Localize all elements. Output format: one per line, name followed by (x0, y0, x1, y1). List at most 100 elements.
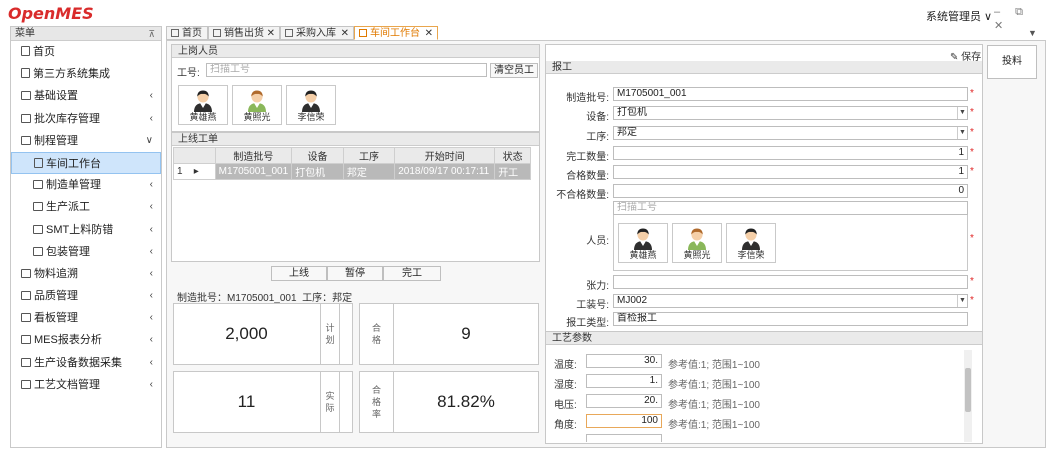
column-header[interactable]: 制造批号 (214, 147, 293, 164)
app-logo: OpenMES (8, 4, 94, 23)
pin-icon[interactable]: ⊼ (148, 27, 155, 41)
sidebar-item[interactable]: 基础设置 ‹ (11, 85, 161, 107)
close-icon[interactable]: ✕ (425, 27, 433, 40)
people-scan-input[interactable]: 扫描工号 (613, 201, 968, 215)
device-select[interactable]: 打包机 ▼ (613, 106, 968, 120)
sidebar-item-label: MES报表分析 (34, 334, 102, 347)
sidebar-item-label: 物料追溯 (34, 267, 78, 280)
chevron-icon[interactable]: ‹ (150, 241, 153, 263)
sidebar: 菜单 ⊼ 首页 第三方系统集成 基础设置 ‹ 批次库存管理 ‹ 制程管理 ∨ 车间工作台制造单管… (10, 26, 162, 448)
chevron-icon[interactable]: ‹ (150, 329, 153, 351)
chevron-icon[interactable]: ‹ (150, 352, 153, 374)
sidebar-item-label: 看板管理 (34, 312, 78, 325)
column-header[interactable]: 工序 (342, 147, 396, 164)
tab-list-dropdown-icon[interactable]: ▼ (1028, 28, 1037, 38)
report-type-field[interactable]: 首检报工 (613, 312, 968, 326)
sidebar-item[interactable]: 工艺文档管理 ‹ (11, 374, 161, 396)
chevron-icon[interactable]: ‹ (150, 196, 153, 218)
chevron-down-icon[interactable]: ▼ (957, 295, 967, 307)
sidebar-item[interactable]: 首页 (11, 41, 161, 63)
sidebar-item[interactable]: 车间工作台 (11, 151, 161, 175)
tab-sales-shipment[interactable]: 销售出货 ✕ (208, 26, 280, 40)
mold-select[interactable]: MJ002 ▼ (613, 294, 968, 308)
sidebar-item[interactable]: 制造单管理 ‹ (11, 174, 161, 196)
person-card[interactable]: 黄雄燕 (178, 85, 228, 125)
tab-workshop-workbench[interactable]: 车间工作台 ✕ (354, 26, 438, 40)
sidebar-item[interactable]: 看板管理 ‹ (11, 307, 161, 329)
sidebar-item[interactable]: 第三方系统集成 (11, 63, 161, 85)
param-reference: 参考值:1; 范围1~100 (668, 400, 760, 411)
sidebar-item[interactable]: 批次库存管理 ‹ (11, 108, 161, 130)
chevron-icon[interactable]: ‹ (150, 285, 153, 307)
chevron-icon[interactable]: ‹ (150, 374, 153, 396)
document-icon (171, 29, 179, 37)
pass-stat-card: 合格 9 (359, 303, 539, 365)
param-value-field[interactable]: 30. (586, 354, 662, 368)
column-header[interactable]: 状态 (494, 147, 531, 164)
process-select[interactable]: 邦定 ▼ (613, 126, 968, 140)
chevron-icon[interactable]: ‹ (150, 263, 153, 285)
batch-field[interactable]: M1705001_001 (613, 87, 968, 101)
batch-label: 制造批号: (566, 93, 609, 104)
chevron-icon[interactable]: ‹ (150, 108, 153, 130)
close-icon[interactable]: ✕ (267, 27, 275, 40)
param-label: 湿度: (554, 380, 577, 391)
param-value-field[interactable] (586, 434, 662, 442)
user-menu[interactable]: 系统管理员 ∨ (926, 8, 992, 24)
scrollbar-thumb[interactable] (965, 368, 971, 412)
pass-label-2: 格 (371, 335, 381, 345)
column-header[interactable]: 开始时间 (394, 147, 496, 164)
sidebar-item[interactable]: 物料追溯 ‹ (11, 263, 161, 285)
params-scrollbar[interactable] (964, 350, 972, 442)
onduty-panel: 上岗人员 工号: 扫描工号 清空员工 黄雄燕 黄照光 李信荣 (171, 44, 540, 132)
param-value-field[interactable]: 1. (586, 374, 662, 388)
clear-workers-button[interactable]: 清空员工 (490, 63, 538, 78)
chevron-icon[interactable]: ‹ (150, 85, 153, 107)
close-icon[interactable]: ✕ (341, 27, 349, 40)
pass-rate-stat-card: 合格率 81.82% (359, 371, 539, 433)
tension-field[interactable] (613, 275, 968, 289)
chevron-icon[interactable]: ∨ (146, 130, 153, 152)
sidebar-item[interactable]: MES报表分析 ‹ (11, 329, 161, 351)
fail-qty-field[interactable]: 0 (613, 184, 968, 198)
chevron-down-icon[interactable]: ▼ (957, 107, 967, 119)
pause-button[interactable]: 暂停 (327, 266, 383, 281)
sidebar-item[interactable]: 制程管理 ∨ (11, 130, 161, 152)
sidebar-item[interactable]: 生产设备数据采集 ‹ (11, 352, 161, 374)
worker-scan-input[interactable]: 扫描工号 (206, 63, 487, 77)
row-number-cell: 1 ▸ (173, 163, 216, 180)
sidebar-item[interactable]: SMT上料防错 ‹ (11, 219, 161, 241)
person-card[interactable]: 黄照光 (232, 85, 282, 125)
online-button[interactable]: 上线 (271, 266, 327, 281)
param-value-field[interactable]: 20. (586, 394, 662, 408)
chevron-down-icon[interactable]: ▼ (957, 127, 967, 139)
folder-icon (21, 91, 31, 101)
person-card[interactable]: 李信荣 (726, 223, 776, 263)
table-row[interactable]: 1 ▸ M1705001_001 打包机 邦定 2018/09/17 00:17… (173, 163, 531, 180)
person-card[interactable]: 黄照光 (672, 223, 722, 263)
pass-value: 9 (461, 324, 471, 343)
report-panel: ✎ 保存 报工 制造批号: M1705001_001 * 设备: 打包机 ▼ * … (545, 44, 983, 444)
chevron-icon[interactable]: ‹ (150, 219, 153, 241)
person-card[interactable]: 李信荣 (286, 85, 336, 125)
required-mark: * (970, 127, 974, 138)
person-card[interactable]: 黄雄燕 (618, 223, 668, 263)
sidebar-item[interactable]: 包装管理 ‹ (11, 241, 161, 263)
required-mark: * (970, 276, 974, 287)
sidebar-item-label: 车间工作台 (46, 157, 101, 170)
chevron-icon[interactable]: ‹ (150, 307, 153, 329)
folder-icon (33, 202, 43, 212)
param-value-field[interactable]: 100 (586, 414, 662, 428)
sidebar-title: 菜单 (15, 28, 35, 39)
done-qty-field[interactable]: 1 (613, 146, 968, 160)
feed-material-button[interactable]: 投料 (987, 45, 1037, 79)
finish-button[interactable]: 完工 (383, 266, 441, 281)
tab-home[interactable]: 首页 (166, 26, 208, 40)
sidebar-item[interactable]: 生产派工 ‹ (11, 196, 161, 218)
chevron-icon[interactable]: ‹ (150, 174, 153, 196)
tab-purchase-receipt[interactable]: 采购入库 ✕ (280, 26, 354, 40)
sidebar-item-label: SMT上料防错 (46, 223, 114, 236)
pass-qty-field[interactable]: 1 (613, 165, 968, 179)
column-header[interactable]: 设备 (291, 147, 344, 164)
sidebar-item[interactable]: 品质管理 ‹ (11, 285, 161, 307)
